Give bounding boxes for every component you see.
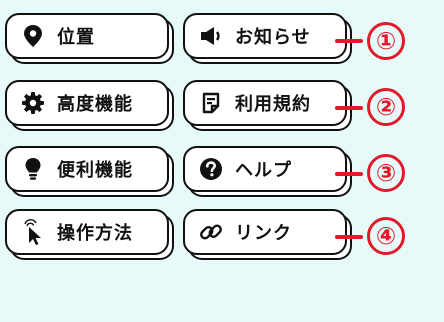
lightbulb-icon (21, 157, 45, 181)
how-to-use-label: 操作方法 (57, 223, 133, 244)
callout-connector (335, 106, 363, 110)
notice-button[interactable]: お知らせ (183, 13, 347, 59)
links-button[interactable]: リンク (183, 209, 347, 255)
callout-connector (335, 235, 363, 239)
terms-label: 利用規約 (235, 94, 311, 115)
convenient-features-label: 便利機能 (57, 160, 133, 181)
notice-label: お知らせ (235, 27, 311, 48)
map-pin-icon (21, 24, 45, 48)
pointer-icon (21, 219, 45, 245)
help-label: ヘルプ (235, 160, 292, 181)
gear-icon (21, 91, 45, 115)
speaker-icon (199, 24, 223, 48)
help-button[interactable]: ヘルプ (183, 146, 347, 192)
menu-grid: 位置 お知らせ 高度機能 利用規約 便利機能 ヘルプ 操作方法 リンク ① ② … (0, 0, 444, 322)
callout-number: ③ (367, 154, 405, 192)
callout-number: ④ (367, 217, 405, 255)
callout-connector (335, 39, 363, 43)
convenient-features-button[interactable]: 便利機能 (5, 146, 169, 192)
location-label: 位置 (57, 27, 95, 48)
advanced-features-button[interactable]: 高度機能 (5, 80, 169, 126)
callout-number: ① (367, 22, 405, 60)
callout-connector (335, 172, 363, 176)
location-button[interactable]: 位置 (5, 13, 169, 59)
terms-button[interactable]: 利用規約 (183, 80, 347, 126)
document-icon (199, 91, 223, 115)
link-icon (199, 220, 223, 244)
advanced-features-label: 高度機能 (57, 94, 133, 115)
callout-number: ② (367, 88, 405, 126)
links-label: リンク (235, 223, 292, 244)
help-icon (199, 157, 223, 181)
how-to-use-button[interactable]: 操作方法 (5, 209, 169, 255)
